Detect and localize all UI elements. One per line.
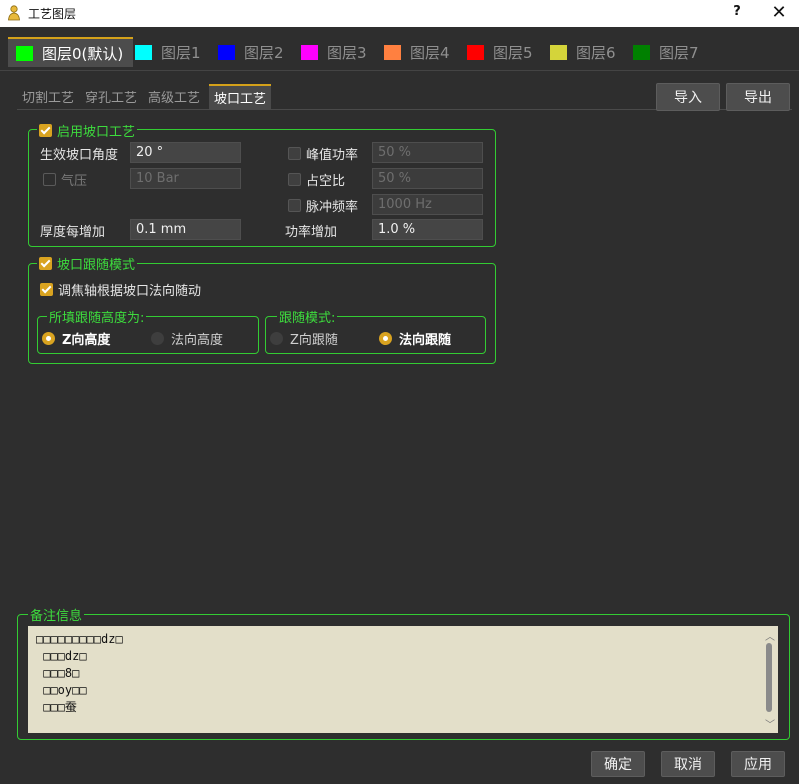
notes-line: □□□dz□ [36, 649, 87, 663]
gas-checkbox[interactable]: 气压 [43, 169, 87, 189]
tab-label: 图层6 [576, 43, 616, 62]
window-title: 工艺图层 [28, 7, 77, 21]
title-bar: 工艺图层 ? ✕ [0, 0, 799, 27]
tab-layer-7[interactable]: 图层7 [633, 37, 699, 67]
tab-layer-0[interactable]: 图层0(默认) [8, 37, 134, 67]
tab-layer-3[interactable]: 图层3 [301, 37, 367, 67]
enable-bevel-checkbox[interactable]: 启用坡口工艺 [37, 121, 138, 140]
notes-scrollbar-thumb[interactable] [766, 643, 772, 712]
layer-color-swatch [384, 44, 401, 60]
peak-power-checkbox[interactable]: 峰值功率 [288, 143, 358, 163]
thickness-label: 厚度每增加 [40, 224, 106, 240]
checkbox-checked-icon [39, 256, 52, 270]
notes-line: □□□蚕 [36, 700, 77, 714]
tab-piercing[interactable]: 穿孔工艺 [85, 84, 137, 109]
tab-label: 图层2 [244, 43, 284, 62]
gas-label: 气压 [61, 173, 88, 189]
checkbox-checked-icon [39, 123, 52, 137]
scroll-down-icon[interactable]: ﹀ [764, 716, 776, 731]
follow-mode-checkbox[interactable]: 坡口跟随模式 [37, 254, 138, 273]
radio-z-height[interactable]: Z向高度 [42, 328, 110, 348]
tab-layer-1[interactable]: 图层1 [135, 37, 201, 67]
layer-color-swatch [135, 44, 152, 60]
pulse-freq-input[interactable]: 1000 Hz [372, 194, 483, 215]
tab-layer-4[interactable]: 图层4 [384, 37, 450, 67]
pulse-freq-checkbox[interactable]: 脉冲频率 [288, 195, 358, 215]
layer-color-swatch [301, 44, 318, 60]
focus-follow-checkbox[interactable]: 调焦轴根据坡口法向随动 [40, 279, 201, 299]
radio-z-follow[interactable]: Z向跟随 [270, 328, 338, 348]
scroll-up-icon[interactable]: ︿ [764, 628, 776, 643]
checkbox-checked-icon [40, 282, 53, 296]
layer-color-swatch [16, 45, 33, 61]
radio-normal-height[interactable]: 法向高度 [151, 328, 223, 348]
layer-color-swatch [218, 44, 235, 60]
height-type-label: 所填跟随高度为: [47, 308, 147, 326]
radio-normal-follow[interactable]: 法向跟随 [379, 328, 451, 348]
power-increase-input[interactable]: 1.0 % [372, 219, 483, 240]
checkbox-unchecked-icon [43, 172, 56, 186]
follow-mode-label: 坡口跟随模式 [57, 257, 136, 273]
tab-label: 图层0(默认) [42, 44, 124, 63]
z-height-label: Z向高度 [62, 332, 111, 348]
ok-button[interactable]: 确定 [591, 751, 645, 777]
tab-layer-6[interactable]: 图层6 [550, 37, 616, 67]
notes-title: 备注信息 [28, 606, 85, 624]
focus-follow-label: 调焦轴根据坡口法向随动 [58, 283, 202, 299]
radio-unselected-icon [151, 331, 164, 345]
notes-textarea[interactable]: □□□□□□□□□dz□ □□□dz□ □□□8□ □□oy□□ □□□蚕 [28, 626, 778, 733]
power-increase-label: 功率增加 [285, 224, 338, 240]
checkbox-unchecked-icon [288, 146, 301, 160]
apply-button[interactable]: 应用 [731, 751, 785, 777]
follow-type-label: 跟随模式: [277, 308, 338, 326]
checkbox-unchecked-icon [288, 198, 301, 212]
import-button[interactable]: 导入 [656, 83, 720, 111]
layer-color-swatch [550, 44, 567, 60]
z-follow-label: Z向跟随 [290, 332, 338, 348]
notes-line: □□oy□□ [36, 683, 87, 697]
normal-follow-label: 法向跟随 [399, 332, 452, 348]
tab-cutting[interactable]: 切割工艺 [22, 84, 74, 109]
radio-selected-icon [42, 331, 55, 345]
duty-cycle-input[interactable]: 50 % [372, 168, 483, 189]
export-button[interactable]: 导出 [726, 83, 790, 111]
tab-label: 图层1 [161, 43, 201, 62]
help-button[interactable]: ? [730, 4, 744, 19]
enable-bevel-label: 启用坡口工艺 [57, 124, 136, 140]
peak-power-label: 峰值功率 [306, 147, 359, 163]
tab-advanced[interactable]: 高级工艺 [148, 84, 200, 109]
layer-color-swatch [467, 44, 484, 60]
layer-tab-bar: 图层0(默认) 图层1 图层2 图层3 图层4 图层5 图层6 图层7 [0, 27, 799, 71]
tab-label: 图层7 [659, 43, 699, 62]
layer-color-swatch [633, 44, 650, 60]
cancel-button[interactable]: 取消 [661, 751, 715, 777]
tab-layer-5[interactable]: 图层5 [467, 37, 533, 67]
close-button[interactable]: ✕ [768, 2, 790, 23]
tab-label: 图层4 [410, 43, 450, 62]
app-icon [8, 5, 20, 21]
tab-bevel[interactable]: 坡口工艺 [209, 84, 272, 109]
pulse-freq-label: 脉冲频率 [306, 199, 359, 215]
tab-layer-2[interactable]: 图层2 [218, 37, 284, 67]
duty-cycle-label: 占空比 [306, 173, 346, 189]
peak-power-input[interactable]: 50 % [372, 142, 483, 163]
checkbox-unchecked-icon [288, 172, 301, 186]
radio-unselected-icon [270, 331, 283, 345]
notes-line: □□□□□□□□□dz□ [36, 632, 123, 646]
normal-height-label: 法向高度 [171, 332, 224, 348]
thickness-input[interactable]: 0.1 mm [130, 219, 241, 240]
notes-line: □□□8□ [36, 666, 80, 680]
duty-cycle-checkbox[interactable]: 占空比 [288, 169, 345, 189]
angle-input[interactable]: 20 ° [130, 142, 241, 163]
gas-input[interactable]: 10 Bar [130, 168, 241, 189]
radio-selected-icon [379, 331, 392, 345]
angle-label: 生效坡口角度 [40, 147, 119, 163]
tab-label: 图层5 [493, 43, 533, 62]
tab-label: 图层3 [327, 43, 367, 62]
